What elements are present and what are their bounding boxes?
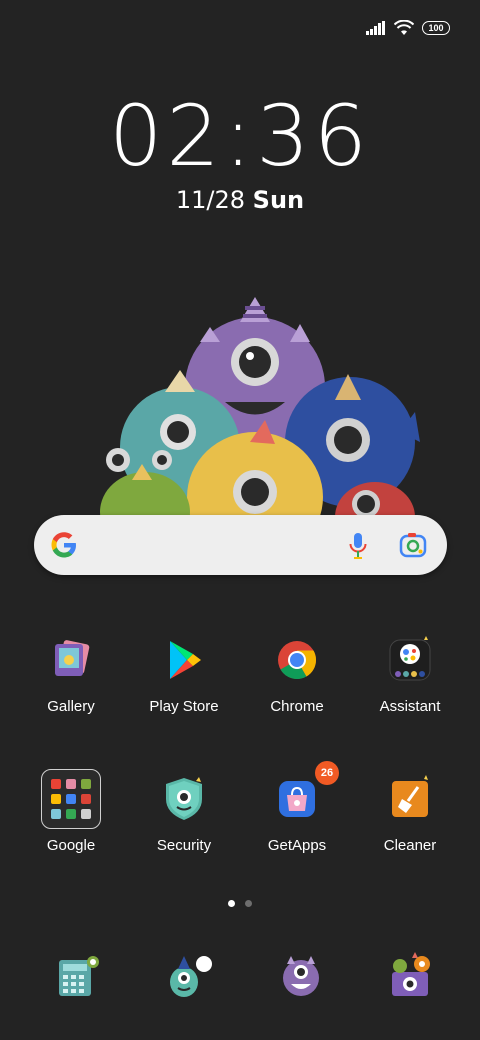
google-search-bar[interactable] [34,515,447,575]
app-assistant[interactable]: Assistant [355,636,465,715]
app-label: Gallery [47,698,95,715]
page-dot[interactable] [245,900,252,907]
app-label: GetApps [267,837,327,854]
google-g-icon[interactable] [50,531,78,559]
getapps-bag-icon: 26 [273,761,339,823]
battery-level: 100 [428,23,444,33]
page-dot-active[interactable] [228,900,235,907]
app-gallery[interactable]: Gallery [16,636,126,715]
status-bar: 100 [366,16,450,40]
themes-monster-icon[interactable] [166,952,214,1000]
folder-app-icon [50,809,61,820]
chrome-icon [273,636,321,684]
folder-app-icon [50,778,61,789]
date-text: 11/28 [175,186,246,214]
play-store-icon [160,636,208,684]
cleaner-broom-icon [386,775,434,823]
app-label: Security [156,837,212,854]
app-chrome[interactable]: Chrome [242,636,352,715]
microphone-icon[interactable] [349,532,367,560]
folder-app-icon [81,778,92,789]
folder-app-icon [65,793,76,804]
camera-monster-icon[interactable] [277,952,325,1000]
monster-wallpaper-illustration [100,297,420,542]
app-security[interactable]: Security [129,775,239,854]
assistant-icon [386,636,434,684]
folder-app-icon [81,809,92,820]
calculator-monster-icon[interactable] [55,952,103,1000]
clock-time[interactable]: 02:36 [0,94,480,178]
security-shield-icon [160,775,208,823]
clock-date[interactable]: 11/28 Sun [0,188,480,212]
gallery-icon [47,636,95,684]
folder-google[interactable]: Google [16,769,126,854]
folder-app-icon [50,793,61,804]
battery-indicator: 100 [422,21,450,35]
app-play-store[interactable]: Play Store [129,636,239,715]
weekday-text: Sun [252,186,305,214]
app-label: Assistant [379,698,441,715]
app-label: Google [46,837,96,854]
folder-app-icon [65,778,76,789]
folder-app-icon [65,809,76,820]
music-monster-icon[interactable] [388,952,436,1000]
app-label: Play Store [149,698,219,715]
app-label: Chrome [270,698,324,715]
folder-app-icon [81,793,92,804]
notification-badge: 26 [315,761,339,785]
signal-icon [366,21,385,35]
app-cleaner[interactable]: Cleaner [355,775,465,854]
wifi-icon [394,20,414,35]
app-getapps[interactable]: 26 GetApps [242,761,352,854]
page-indicator[interactable] [0,900,480,907]
google-folder-icon [41,769,101,829]
app-label: Cleaner [383,837,437,854]
google-lens-icon[interactable] [399,532,427,558]
